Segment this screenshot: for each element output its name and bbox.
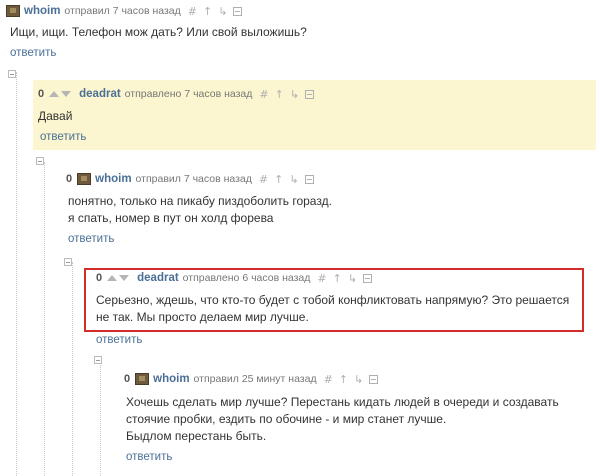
collapse-toggle[interactable] [94,356,102,364]
vote-up-icon[interactable] [49,91,60,97]
author-link[interactable]: whoim [24,5,60,17]
comment-text: Ищи, ищи. Телефон мож дать? Или свой выл… [10,25,307,39]
save-icon[interactable] [369,374,379,384]
comment-meta: 0 deadrat отправлено 6 часов назад # ↑ ↳ [96,269,576,287]
comment: 0 whoim отправил 25 минут назад # ↑ ↳ [124,370,594,388]
up-link-icon[interactable]: ↑ [275,88,284,101]
reply-link[interactable]: ответить [68,233,114,245]
thread-link-icon[interactable]: ↳ [289,173,298,186]
comment-text: Быдлом перестань быть. [126,429,267,443]
vote-arrows [107,275,130,281]
hash-icon[interactable]: # [259,173,268,186]
comment-text: Давай [38,109,73,123]
timestamp: отправил 25 минут назад [193,373,317,385]
avatar[interactable] [6,5,20,17]
thread-link-icon[interactable]: ↳ [348,272,357,285]
comment: 0 deadrat отправлено 7 часов назад # ↑ ↳ [38,85,588,103]
thread-link-icon[interactable]: ↳ [290,88,299,101]
reply-link[interactable]: ответить [40,131,86,143]
comment-meta: whoim отправил 7 часов назад # ↑ ↳ [6,2,596,20]
avatar[interactable] [77,173,92,185]
thread-link-icon[interactable]: ↳ [354,373,363,386]
vote-up-icon[interactable] [107,275,118,281]
hash-icon[interactable]: # [324,373,333,386]
up-link-icon[interactable]: ↑ [339,373,348,386]
vote-down-icon[interactable] [119,275,130,281]
comment-text: Серьезно, ждешь, что кто-то будет с тобо… [96,293,570,307]
comment: 0 whoim отправил 7 часов назад # ↑ ↳ [66,170,586,188]
up-link-icon[interactable]: ↑ [333,272,342,285]
timestamp: отправлено 6 часов назад [182,272,311,284]
thread-line [16,72,17,476]
comment-text: понятно, только на пикабу пиздоболить го… [68,194,332,208]
comment: whoim отправил 7 часов назад # ↑ ↳ [6,2,596,20]
collapse-toggle[interactable] [8,70,16,78]
reply-link[interactable]: ответить [10,47,56,59]
timestamp: отправлено 7 часов назад [124,88,253,100]
comment: 0 deadrat отправлено 6 часов назад # ↑ ↳ [96,269,576,287]
avatar[interactable] [135,373,150,385]
author-link[interactable]: deadrat [137,272,179,284]
author-link[interactable]: whoim [95,173,131,185]
up-link-icon[interactable]: ↑ [203,5,212,18]
timestamp: отправил 7 часов назад [64,5,181,17]
reply-link[interactable]: ответить [96,334,142,346]
reply-link[interactable]: ответить [126,451,172,463]
save-icon[interactable] [233,6,243,16]
rating-value: 0 [124,373,131,385]
hash-icon[interactable]: # [188,5,197,18]
author-link[interactable]: whoim [153,373,189,385]
save-icon[interactable] [305,89,315,99]
timestamp: отправил 7 часов назад [135,173,252,185]
vote-arrows [49,91,72,97]
comment-text: не так. Мы просто делаем мир лучше. [96,310,309,324]
hash-icon[interactable]: # [317,272,326,285]
rating-value: 0 [38,88,45,100]
up-link-icon[interactable]: ↑ [274,173,283,186]
vote-down-icon[interactable] [61,91,72,97]
comment-text: стоячие пробки, ездить по обочине - и ми… [126,412,447,426]
comment-meta: 0 whoim отправил 25 минут назад # ↑ ↳ [124,370,594,388]
thread-link-icon[interactable]: ↳ [218,5,227,18]
thread-line [44,162,45,476]
rating-value: 0 [96,272,103,284]
collapse-toggle[interactable] [36,157,44,165]
save-icon[interactable] [304,174,314,184]
hash-icon[interactable]: # [259,88,268,101]
comment-meta: 0 deadrat отправлено 7 часов назад # ↑ ↳ [38,85,588,103]
thread-line [72,262,73,476]
comment-text: я спать, номер в пут он холд форева [68,211,274,225]
comment-text: Хочешь сделать мир лучше? Перестань кида… [126,395,559,409]
thread-line [100,362,101,476]
save-icon[interactable] [363,273,373,283]
rating-value: 0 [66,173,73,185]
comment-meta: 0 whoim отправил 7 часов назад # ↑ ↳ [66,170,586,188]
author-link[interactable]: deadrat [79,88,121,100]
collapse-toggle[interactable] [64,258,72,266]
